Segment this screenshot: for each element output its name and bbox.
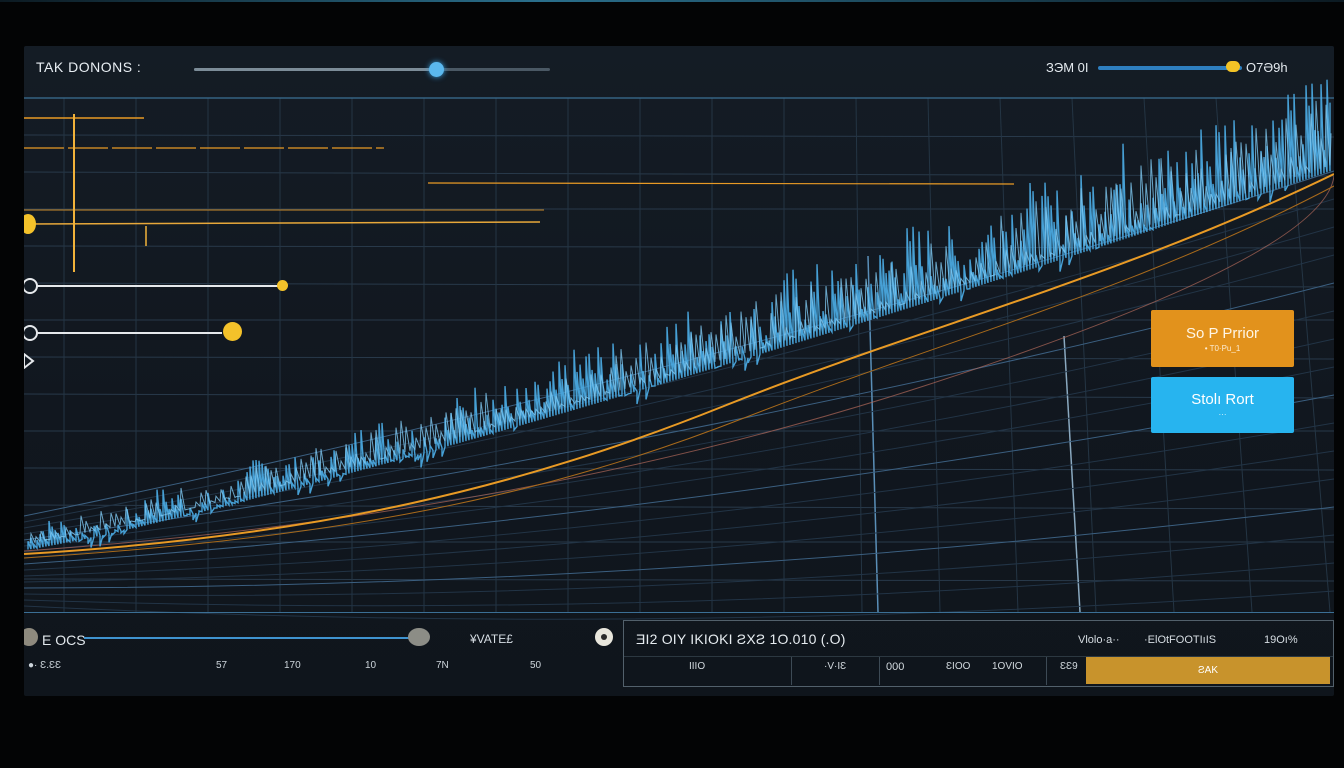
table-action-button[interactable]: ƧAK — [1086, 657, 1330, 684]
radio-icon[interactable] — [595, 628, 613, 646]
grid-line — [24, 356, 1334, 360]
secondary-action-sublabel: ··· — [1218, 410, 1227, 419]
threshold-slider-2-thumb[interactable] — [223, 322, 242, 341]
top-right-value: O7Ə9h — [1246, 60, 1288, 75]
secondary-action-button[interactable]: Stolı Rort ··· — [1151, 377, 1294, 433]
primary-action-label: So P Prrior — [1185, 324, 1260, 342]
trend-line — [24, 506, 1334, 589]
grid-line — [24, 134, 1334, 138]
threshold-slider-2[interactable] — [24, 332, 222, 334]
grid-line — [24, 245, 1334, 249]
trend-line — [24, 310, 1334, 547]
table-divider — [1046, 657, 1047, 685]
threshold-line — [24, 221, 541, 225]
grid-line — [24, 171, 1334, 177]
tick-label: 7N — [436, 660, 449, 671]
signal-series — [27, 79, 1331, 550]
bottom-slider-label: E OCS — [42, 632, 86, 648]
table-cell: ƐƐ9 — [1060, 661, 1078, 672]
header-slider[interactable] — [194, 62, 550, 77]
header-slider-thumb[interactable] — [429, 62, 445, 77]
secondary-action-label: Stolı Rort — [1191, 391, 1254, 408]
signal-chart — [24, 79, 1334, 620]
table-cell: ƐIOO — [946, 661, 971, 672]
top-right-slider[interactable] — [1098, 66, 1242, 70]
header-slider-fill — [194, 68, 437, 71]
table-header: ƎI2 OIY IKIOKI ƧXƧ 1O.010 (.O) — [636, 631, 846, 647]
bottom-mid-label: ¥VATE£ — [470, 632, 513, 646]
table-divider — [791, 657, 792, 685]
table-column-header: 19Oı% — [1264, 634, 1298, 646]
top-right-label: ЗЭM 0I — [1046, 60, 1089, 75]
tick-label: 10 — [365, 660, 377, 671]
top-right-slider-thumb[interactable] — [1226, 61, 1240, 72]
table-column-header: Vlolo·a·· — [1078, 634, 1120, 646]
signal-series — [29, 100, 1332, 545]
primary-action-sublabel: • T0·Pu_1 — [1204, 343, 1241, 353]
tick-label: 57 — [216, 660, 228, 671]
table-divider — [879, 657, 880, 685]
top-accent-line — [0, 0, 1344, 2]
data-table: ƎI2 OIY IKIOKI ƧXƧ 1O.010 (.O) Vlolo·a··… — [623, 620, 1334, 687]
table-column-header: ·ElOtFOOTIıIS — [1144, 634, 1217, 646]
table-cell: 000 — [886, 661, 905, 673]
table-cell: 1OVIO — [992, 661, 1023, 672]
grid-line — [1063, 335, 1081, 613]
tick-label: ●· Ɛ.ƐƐ — [28, 660, 62, 671]
dashboard-panel: TAK DONONS : ЗЭM 0I O7Ə9h So P Prrior • … — [24, 46, 1334, 696]
threshold-slider-1[interactable] — [24, 285, 280, 287]
tick-label: 170 — [284, 660, 301, 671]
primary-action-button[interactable]: So P Prrior • T0·Pu_1 — [1151, 310, 1294, 367]
grid-line — [24, 578, 1334, 582]
play-triangle-icon[interactable] — [24, 353, 35, 369]
table-cell: IIIO — [689, 661, 706, 672]
trend-line — [24, 282, 1334, 541]
page-title: TAK DONONS : — [36, 59, 142, 75]
grid-line — [24, 467, 1334, 471]
slider-knob-icon[interactable] — [408, 628, 430, 646]
table-cell: ·V·IƐ — [824, 661, 847, 672]
threshold-line — [427, 182, 1015, 185]
tick-label: 50 — [530, 660, 542, 671]
bottom-divider — [24, 612, 1334, 613]
threshold-slider-1-thumb[interactable] — [277, 280, 288, 291]
bottom-slider[interactable] — [84, 637, 414, 639]
